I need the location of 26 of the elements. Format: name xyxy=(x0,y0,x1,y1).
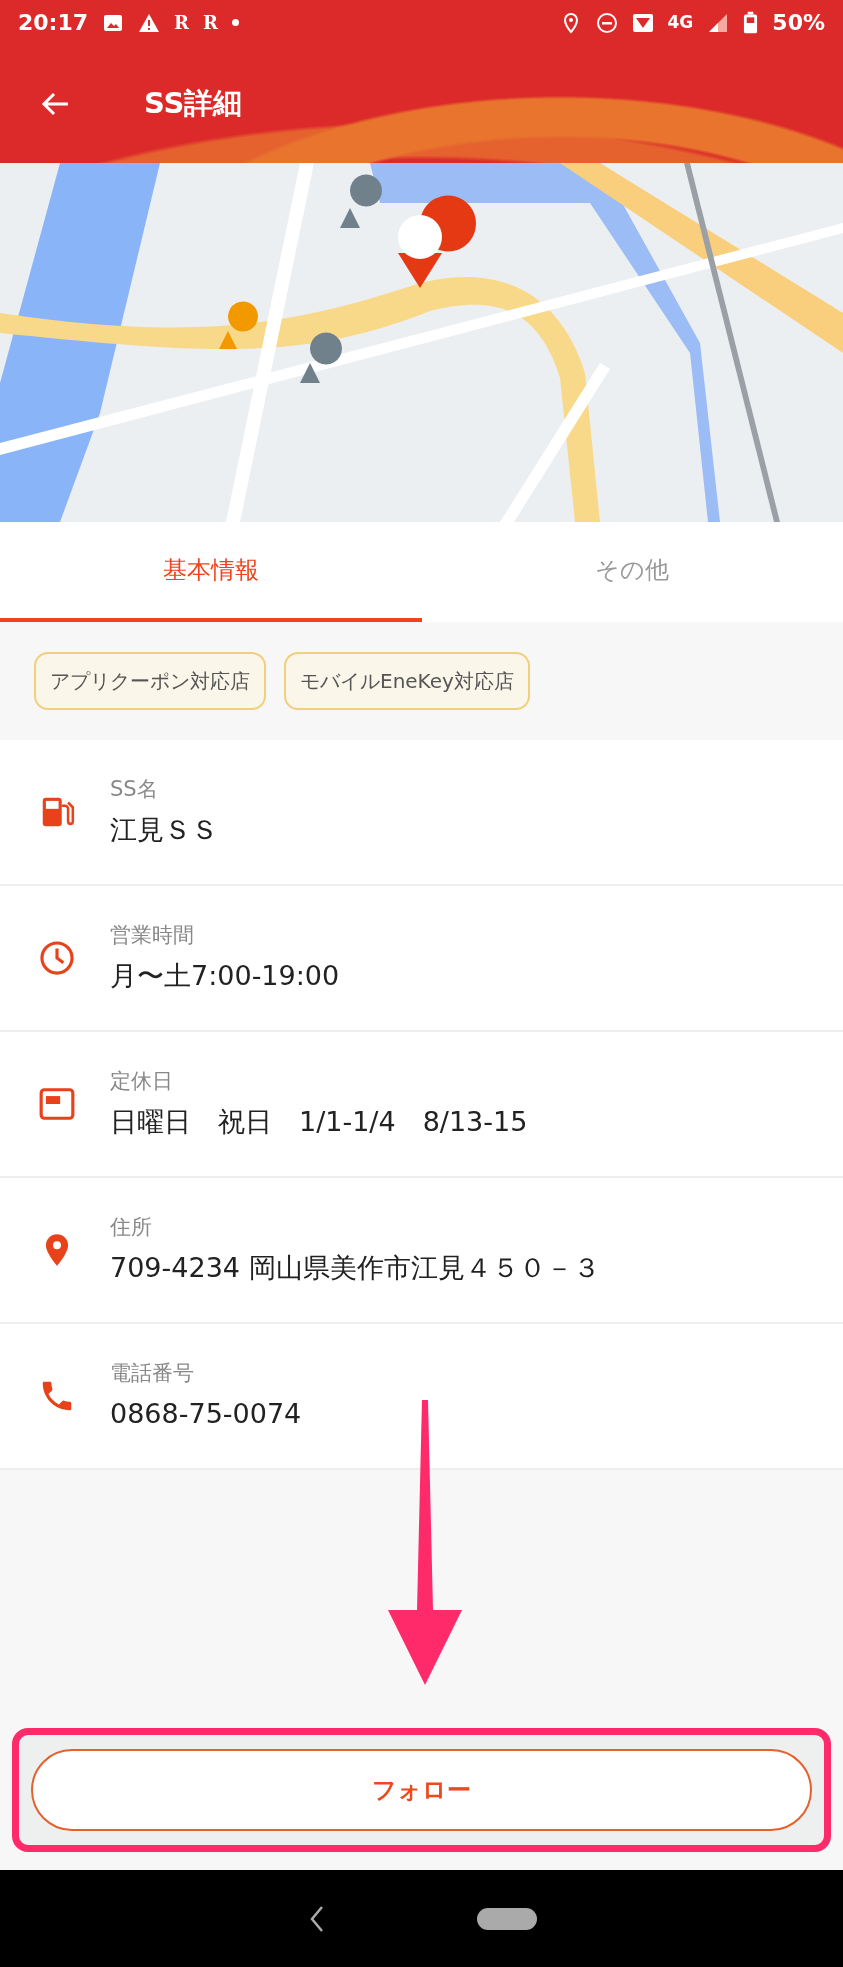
field-value: 江見ＳＳ xyxy=(110,812,218,847)
field-label: 営業時間 xyxy=(110,922,195,949)
field-value: 0868-75-0074 xyxy=(110,1396,302,1431)
follow-button[interactable]: フォロー xyxy=(31,1749,812,1831)
screen-title: SS詳細 xyxy=(144,85,243,123)
dot-icon xyxy=(231,19,239,26)
tag: モバイルEneKey対応店 xyxy=(284,652,530,710)
calendar-icon xyxy=(38,1085,76,1123)
status-time: 20:17 xyxy=(18,9,89,37)
clock-icon xyxy=(38,939,76,977)
battery-percent: 50% xyxy=(772,9,825,37)
home-handle-icon[interactable] xyxy=(476,1907,537,1930)
battery-icon xyxy=(743,10,759,35)
field-label: SS名 xyxy=(110,776,159,803)
field-value: 日曜日 祝日 1/1-1/4 8/13-15 xyxy=(110,1104,528,1139)
tag: アプリクーポン対応店 xyxy=(34,652,266,710)
down-arrow-icon xyxy=(388,1400,462,1685)
field-label: 住所 xyxy=(110,1214,153,1241)
network-type: 4G xyxy=(667,10,694,34)
field-label: 定休日 xyxy=(110,1068,174,1095)
notification-letter: R xyxy=(203,11,218,35)
notification-letter: R xyxy=(174,11,189,35)
field-value: 709-4234 岡山県美作市江見４５０－３ xyxy=(110,1250,600,1285)
do-not-disturb-icon xyxy=(595,11,618,34)
field-value: 月〜土7:00-19:00 xyxy=(110,958,340,993)
field-label: 電話番号 xyxy=(110,1360,195,1387)
